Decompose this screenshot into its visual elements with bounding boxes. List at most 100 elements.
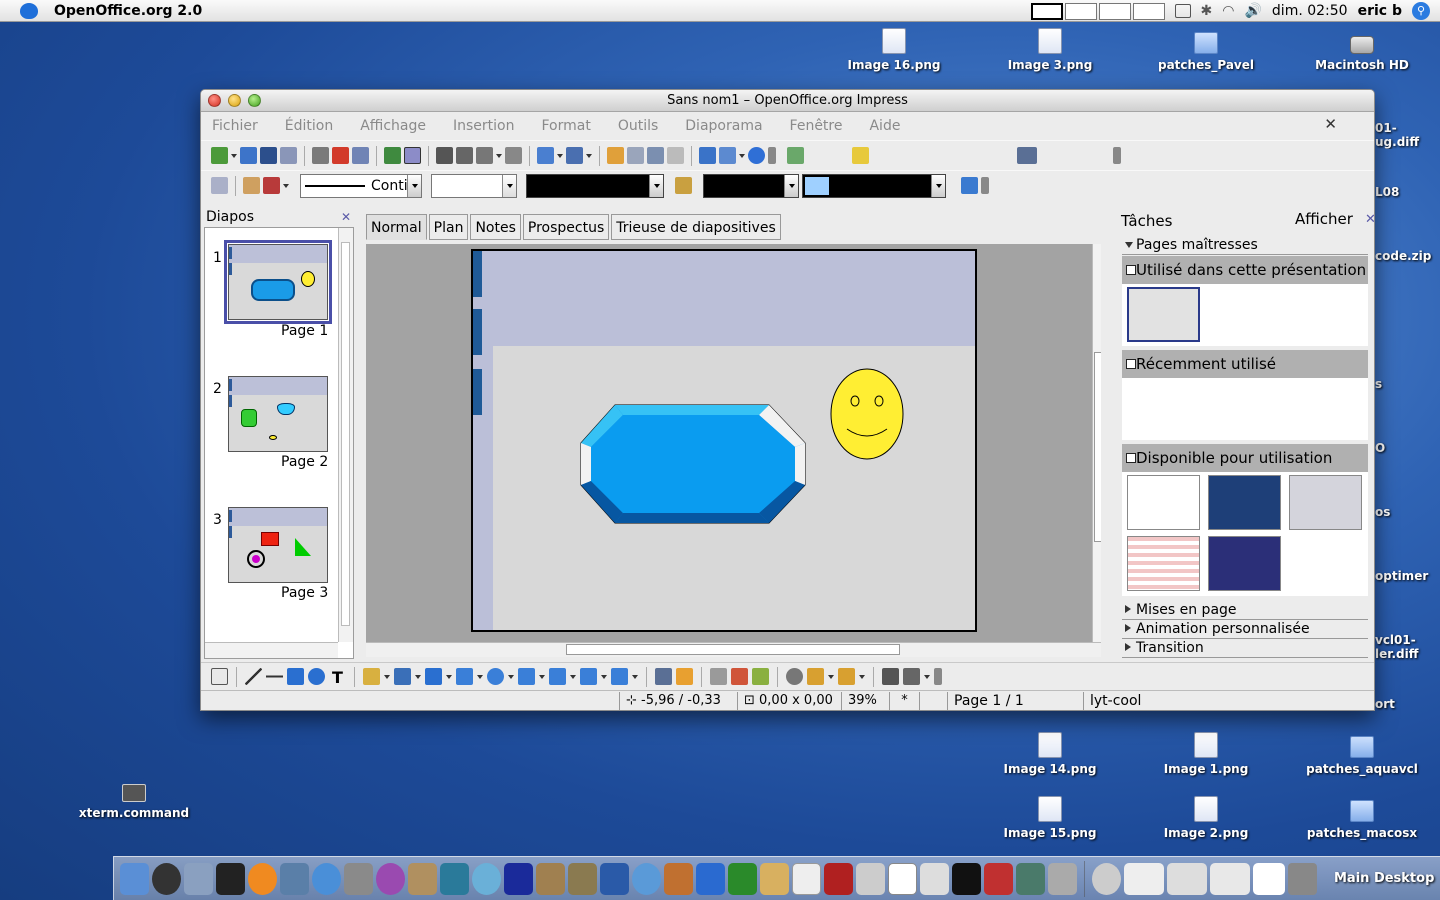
canvas-hscrollbar[interactable] [366, 642, 1101, 657]
print-icon[interactable] [352, 147, 369, 164]
slide-page[interactable] [471, 249, 977, 632]
autospellcheck-icon[interactable] [404, 147, 421, 164]
desktop-icon[interactable]: patches_aquavcl [1302, 732, 1422, 776]
slides-hscrollbar[interactable] [205, 642, 338, 658]
master-thumbnail[interactable] [1208, 475, 1281, 530]
edge-label[interactable]: s [1375, 377, 1440, 391]
master-thumbnail[interactable] [1127, 536, 1200, 591]
openoffice-icon[interactable] [1016, 862, 1045, 895]
idvd-icon[interactable] [632, 862, 661, 895]
edge-label[interactable]: O [1375, 441, 1440, 455]
downloads-stack-icon[interactable] [1092, 862, 1121, 895]
slide-canvas[interactable] [366, 244, 1101, 644]
menu-fichier[interactable]: Fichier [212, 118, 258, 134]
xcode-icon[interactable] [184, 862, 213, 895]
close-tasks-icon[interactable]: ✕ [1365, 212, 1374, 227]
desktop-icon[interactable]: Macintosh HD [1302, 28, 1422, 72]
bluetooth-icon[interactable]: ✱ [1201, 3, 1213, 19]
export-pdf-icon[interactable] [332, 147, 349, 164]
apple-icon[interactable] [20, 2, 38, 19]
terminal-dock-icon[interactable] [952, 862, 981, 895]
tab-normal[interactable]: Normal [366, 214, 427, 240]
line-tool-icon[interactable] [245, 668, 262, 685]
tab-prospectus[interactable]: Prospectus [522, 214, 610, 240]
edge-label[interactable]: optimer [1375, 569, 1440, 583]
line-style-select[interactable]: Conti [300, 173, 422, 198]
desktop-icon[interactable]: Image 3.png [990, 28, 1110, 72]
helplines-icon[interactable] [667, 147, 684, 164]
neooffice-icon[interactable] [440, 862, 469, 895]
menu-fenetre[interactable]: Fenêtre [790, 118, 843, 134]
x11-icon[interactable] [344, 862, 373, 895]
block-arrows-icon[interactable] [518, 668, 535, 685]
vnc-icon[interactable] [984, 862, 1013, 895]
email-icon[interactable] [280, 147, 297, 164]
chat-icon[interactable] [376, 862, 405, 895]
firefox-icon[interactable] [248, 862, 277, 895]
tasks-view-menu[interactable]: Afficher [1295, 210, 1353, 228]
from-file-icon[interactable] [731, 668, 748, 685]
connector-icon[interactable] [394, 668, 411, 685]
flowchart-icon[interactable] [549, 668, 566, 685]
window-titlebar[interactable]: Sans nom1 – OpenOffice.org Impress [201, 90, 1374, 112]
navigator-icon[interactable] [699, 147, 716, 164]
volume-icon[interactable]: 🔊 [1244, 3, 1261, 19]
slide-thumbnail-1[interactable] [224, 240, 332, 324]
arrow-style-icon[interactable] [263, 177, 280, 194]
dashboard-icon[interactable] [152, 862, 181, 895]
save-icon[interactable] [260, 147, 277, 164]
ellipse-icon[interactable] [308, 668, 325, 685]
close-pane-icon[interactable]: ✕ [341, 207, 351, 227]
desktop-icon[interactable]: patches_Pavel [1146, 28, 1266, 72]
master-thumbnail[interactable] [1127, 475, 1200, 530]
menu-edition[interactable]: Édition [285, 118, 333, 134]
spellcheck-icon[interactable] [384, 147, 401, 164]
desktop-icon[interactable]: Image 1.png [1146, 732, 1266, 776]
menu-format[interactable]: Format [541, 118, 590, 134]
minimized-window-icon[interactable] [1253, 862, 1285, 895]
edge-label[interactable]: ler.diff [1375, 647, 1440, 661]
section-available[interactable]: Disponible pour utilisation [1122, 444, 1368, 472]
ical-icon[interactable] [792, 862, 821, 895]
master-thumbnail[interactable] [1289, 475, 1362, 530]
apple-store-icon[interactable] [856, 862, 885, 895]
section-used-in-presentation[interactable]: Utilisé dans cette présentation [1122, 256, 1368, 284]
master-thumbnail[interactable] [1127, 287, 1200, 342]
master-thumbnail[interactable] [1208, 536, 1281, 591]
zoom-window-button[interactable] [248, 94, 261, 107]
minimized-window-icon[interactable] [1210, 862, 1250, 895]
area-style-select[interactable] [703, 173, 799, 198]
rectangle-icon[interactable] [287, 668, 304, 685]
copy-icon[interactable] [456, 147, 473, 164]
symbol-shapes-icon[interactable] [487, 668, 504, 685]
help-icon[interactable] [748, 147, 765, 164]
edge-label[interactable]: 01- [1375, 121, 1440, 135]
edge-label[interactable]: os [1375, 505, 1440, 519]
slide-thumbnail-3[interactable] [228, 507, 328, 583]
undo-icon[interactable] [537, 147, 554, 164]
line-color-select[interactable] [526, 173, 664, 198]
section-custom-animation[interactable]: Animation personnalisée [1122, 620, 1368, 639]
edge-label[interactable]: ort [1375, 697, 1440, 711]
x-window-icon[interactable] [888, 862, 917, 895]
minimized-window-icon[interactable] [1124, 862, 1164, 895]
section-master-pages[interactable]: Pages maîtresses [1122, 236, 1368, 255]
app-icon[interactable] [504, 862, 533, 895]
styles-icon[interactable] [211, 177, 228, 194]
new-slide-icon[interactable] [787, 147, 804, 164]
slide-thumbnail-2[interactable] [228, 376, 328, 452]
extrusion-icon[interactable] [903, 668, 920, 685]
finder-icon[interactable] [120, 862, 149, 895]
menubar-user[interactable]: eric b [1358, 3, 1402, 19]
garageband-icon[interactable] [664, 862, 693, 895]
close-document-icon[interactable]: ✕ [1324, 115, 1337, 133]
imovie-icon[interactable] [600, 862, 629, 895]
tab-slide-sorter[interactable]: Trieuse de diapositives [611, 214, 781, 240]
wifi-icon[interactable]: ◠ [1222, 3, 1234, 19]
callouts-icon[interactable] [580, 668, 597, 685]
cut-icon[interactable] [436, 147, 453, 164]
alignment-icon[interactable] [807, 668, 824, 685]
toolbar-more-icon[interactable] [768, 147, 776, 164]
refresh-icon[interactable] [852, 147, 869, 164]
desktop-icon[interactable]: Image 16.png [834, 28, 954, 72]
